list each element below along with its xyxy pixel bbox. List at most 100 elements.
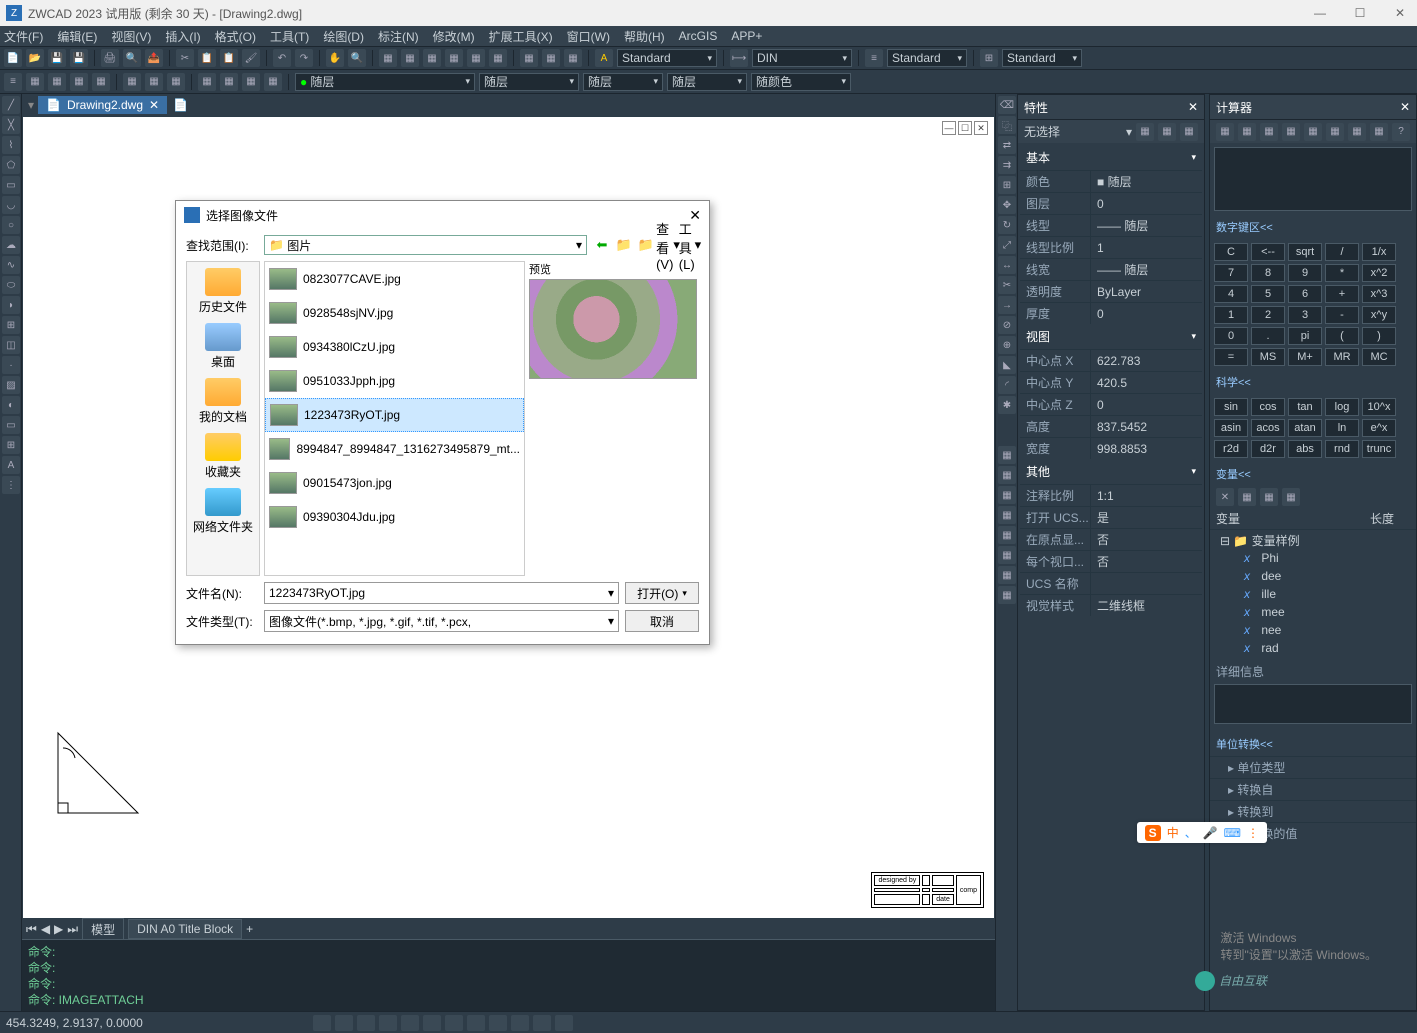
place-history[interactable]: 历史文件 — [199, 268, 247, 315]
calc-key-=[interactable]: = — [1214, 348, 1248, 366]
pan-icon[interactable]: ✋ — [326, 49, 344, 67]
earc-icon[interactable]: ◗ — [2, 296, 20, 314]
canvas-min-icon[interactable]: — — [942, 121, 956, 135]
sb-icon6[interactable] — [423, 1015, 441, 1031]
calc-key-ln[interactable]: ln — [1325, 419, 1359, 437]
extend-icon[interactable]: → — [998, 296, 1016, 314]
var-item[interactable]: x nee — [1216, 621, 1410, 639]
nav-first-icon[interactable]: ⏮ — [26, 922, 37, 937]
arc-icon[interactable]: ◡ — [2, 196, 20, 214]
tab-layout[interactable]: DIN A0 Title Block — [128, 919, 242, 939]
var-icon4[interactable]: ▦ — [1282, 488, 1300, 506]
calc-key-+[interactable]: + — [1325, 285, 1359, 303]
calc-display[interactable] — [1214, 147, 1412, 211]
calc-key-x^2[interactable]: x^2 — [1362, 264, 1396, 282]
place-desktop[interactable]: 桌面 — [205, 323, 241, 370]
explode-icon[interactable]: ✱ — [998, 396, 1016, 414]
calc-key-.[interactable]: . — [1251, 327, 1285, 345]
sb-icon10[interactable] — [511, 1015, 529, 1031]
props-icon1[interactable]: ▦ — [1136, 123, 1154, 141]
calc-key-8[interactable]: 8 — [1251, 264, 1285, 282]
prop-row[interactable]: 中心点 Z0 — [1020, 393, 1202, 415]
file-list[interactable]: 0823077CAVE.jpg0928548sjNV.jpg0934380lCz… — [264, 261, 525, 576]
prop-row[interactable]: 中心点 Y420.5 — [1020, 371, 1202, 393]
rect-icon[interactable]: ▭ — [2, 176, 20, 194]
canvas-max-icon[interactable]: ☐ — [958, 121, 972, 135]
rtool-icon5[interactable]: ▦ — [998, 526, 1016, 544]
calc-key-5[interactable]: 5 — [1251, 285, 1285, 303]
layer-icon3[interactable]: ▦ — [70, 73, 88, 91]
unit-row[interactable]: ▸ 转换到 — [1210, 800, 1416, 822]
nav-next-icon[interactable]: ▶ — [54, 922, 63, 936]
variable-tree[interactable]: ⊟ 📁 变量样例 x Phix deex illex meex neex rad — [1210, 530, 1416, 659]
rtool-icon4[interactable]: ▦ — [998, 506, 1016, 524]
prop-row[interactable]: 图层0 — [1020, 192, 1202, 214]
calc-key-2[interactable]: 2 — [1251, 306, 1285, 324]
nav-prev-icon[interactable]: ◀ — [41, 922, 50, 936]
place-network[interactable]: 网络文件夹 — [193, 488, 253, 535]
props-close-icon[interactable]: ✕ — [1188, 100, 1198, 114]
close-button[interactable]: ✕ — [1389, 6, 1411, 20]
calc-key-log[interactable]: log — [1325, 398, 1359, 416]
sb-icon11[interactable] — [533, 1015, 551, 1031]
props-icon2[interactable]: ▦ — [1158, 123, 1176, 141]
revcloud-icon[interactable]: ☁ — [2, 236, 20, 254]
publish-icon[interactable]: 📤 — [145, 49, 163, 67]
rtool-icon2[interactable]: ▦ — [998, 466, 1016, 484]
prop-row[interactable]: 厚度0 — [1020, 302, 1202, 324]
new-icon[interactable]: 📄 — [4, 49, 22, 67]
file-row[interactable]: 8994847_8994847_1316273495879_mt... — [265, 432, 524, 466]
maximize-button[interactable]: ☐ — [1349, 6, 1371, 20]
menu-app[interactable]: APP+ — [731, 29, 762, 43]
calc-key-sin[interactable]: sin — [1214, 398, 1248, 416]
paste-icon[interactable]: 📋 — [220, 49, 238, 67]
file-row[interactable]: 09390304Jdu.jpg — [265, 500, 524, 534]
hatch-icon[interactable]: ▨ — [2, 376, 20, 394]
sb-icon7[interactable] — [445, 1015, 463, 1031]
file-row[interactable]: 1223473RyOT.jpg — [265, 398, 524, 432]
tb-icon3[interactable]: ▦ — [423, 49, 441, 67]
close-tab-icon[interactable]: ✕ — [149, 98, 159, 112]
tb-icon7[interactable]: ▦ — [520, 49, 538, 67]
calc-sec-unit[interactable]: 单位转换<< — [1210, 732, 1416, 756]
calc-key-7[interactable]: 7 — [1214, 264, 1248, 282]
calc-sec-num[interactable]: 数字键区<< — [1210, 215, 1416, 239]
ime-indicator[interactable]: S 中 、🎤⌨⋮ — [1137, 822, 1267, 843]
tb-icon8[interactable]: ▦ — [542, 49, 560, 67]
calc-key-x^y[interactable]: x^y — [1362, 306, 1396, 324]
prop-row[interactable]: 中心点 X622.783 — [1020, 349, 1202, 371]
menu-draw[interactable]: 绘图(D) — [323, 28, 364, 45]
calc-sec-sci[interactable]: 科学<< — [1210, 370, 1416, 394]
calc-key-1[interactable]: 1 — [1214, 306, 1248, 324]
point-icon[interactable]: · — [2, 356, 20, 374]
menu-insert[interactable]: 插入(I) — [165, 28, 200, 45]
mtext-icon[interactable]: A — [2, 456, 20, 474]
file-row[interactable]: 0934380lCzU.jpg — [265, 330, 524, 364]
calc-help-icon[interactable]: ? — [1392, 123, 1410, 141]
chamfer-icon[interactable]: ◣ — [998, 356, 1016, 374]
polygon-icon[interactable]: ⬠ — [2, 156, 20, 174]
table-icon[interactable]: ⊞ — [2, 436, 20, 454]
var-item[interactable]: x ille — [1216, 585, 1410, 603]
calc-ic8[interactable]: ▦ — [1370, 123, 1388, 141]
circle-icon[interactable]: ○ — [2, 216, 20, 234]
mlstyle-select[interactable]: Standard▾ — [887, 49, 967, 67]
xline-icon[interactable]: ╳ — [2, 116, 20, 134]
sb-icon3[interactable] — [357, 1015, 375, 1031]
textstyle-select[interactable]: Standard▾ — [617, 49, 717, 67]
calc-key-e^x[interactable]: e^x — [1362, 419, 1396, 437]
region-icon[interactable]: ▭ — [2, 416, 20, 434]
calc-key-1/x[interactable]: 1/x — [1362, 243, 1396, 261]
menu-modify[interactable]: 修改(M) — [433, 28, 475, 45]
ltype-select[interactable]: 随层▾ — [583, 73, 663, 91]
calc-key-C[interactable]: C — [1214, 243, 1248, 261]
props-section-basic[interactable]: 基本▾ — [1020, 145, 1202, 170]
open-icon[interactable]: 📂 — [26, 49, 44, 67]
sb-icon12[interactable] — [555, 1015, 573, 1031]
lweight-select[interactable]: 随层▾ — [667, 73, 747, 91]
calc-sec-var[interactable]: 变量<< — [1210, 462, 1416, 486]
textstyle-icon[interactable]: A — [595, 49, 613, 67]
offset-icon[interactable]: ⇉ — [998, 156, 1016, 174]
more-icon[interactable]: ⋮ — [2, 476, 20, 494]
place-fav[interactable]: 收藏夹 — [205, 433, 241, 480]
